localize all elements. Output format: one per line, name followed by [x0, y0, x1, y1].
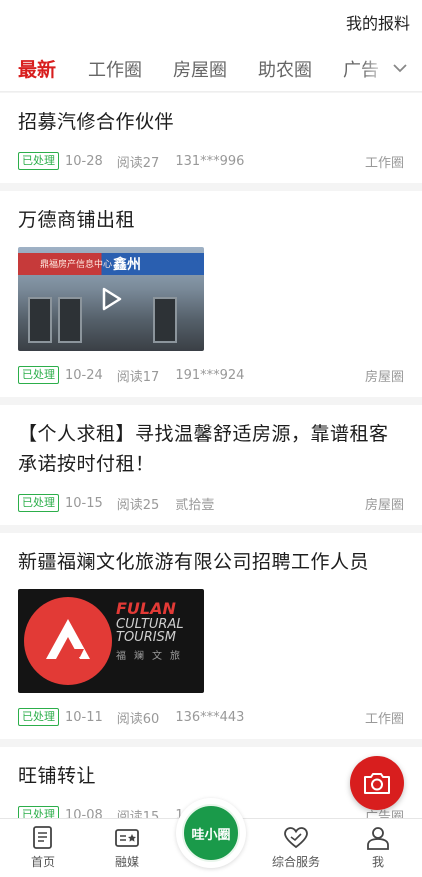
- post-author: 贰拾壹: [175, 497, 215, 513]
- post-date: 10-24: [65, 367, 103, 383]
- user-icon: [367, 827, 389, 850]
- nav-services-label: 综合服务: [271, 855, 320, 869]
- post-category[interactable]: 工作圈: [365, 152, 404, 171]
- nav-me[interactable]: 我: [348, 825, 408, 870]
- post-card[interactable]: 招募汽修合作伙伴 已处理 10-28 阅读27 131***996 工作圈: [0, 93, 422, 183]
- nav-home[interactable]: 首页: [13, 825, 73, 870]
- logo-line-3: TOURISM: [116, 630, 177, 645]
- category-tabs: 最新 工作圈 房屋圈 助农圈 广告: [0, 44, 422, 92]
- status-badge: 已处理: [18, 806, 59, 818]
- read-count: 阅读17: [116, 369, 160, 385]
- tab-latest[interactable]: 最新: [18, 55, 56, 82]
- post-card[interactable]: 【个人求租】寻找温馨舒适房源，靠谱租客承诺按时付租！ 已处理 10-15 阅读2…: [0, 405, 422, 525]
- post-author: 131***996: [175, 153, 245, 169]
- chevron-down-icon[interactable]: [392, 60, 408, 76]
- post-author: 136***443: [175, 709, 245, 725]
- tab-agriculture-circle[interactable]: 助农圈: [258, 56, 312, 82]
- post-title: 新疆福斓文化旅游有限公司招聘工作人员: [18, 551, 370, 573]
- post-date: 10-28: [65, 153, 103, 169]
- post-title: 招募汽修合作伙伴: [18, 111, 175, 133]
- post-card[interactable]: 万德商铺出租 鼎福房产信息中心 鑫州 已处理 10-24 阅读17 191***…: [0, 191, 422, 397]
- nav-services[interactable]: 综合服务: [266, 825, 326, 870]
- logo-brand-text: FULAN: [116, 599, 176, 618]
- read-count: 阅读60: [116, 711, 160, 727]
- post-date: 10-11: [65, 709, 103, 725]
- nav-me-label: 我: [371, 855, 384, 869]
- post-category[interactable]: 房屋圈: [365, 494, 404, 513]
- read-count: 阅读15: [116, 809, 160, 819]
- read-count: 阅读25: [116, 497, 160, 513]
- logo-chinese-text: 福斓文旅: [116, 651, 188, 662]
- post-date: 10-08: [65, 807, 103, 819]
- heart-service-icon: [284, 827, 308, 849]
- post-author: 191***924: [175, 367, 245, 383]
- play-icon[interactable]: [101, 287, 123, 311]
- post-title: 万德商铺出租: [18, 209, 136, 231]
- status-badge: 已处理: [18, 152, 59, 170]
- status-badge: 已处理: [18, 366, 59, 384]
- shop-sign: 鼎福房产信息中心 鑫州: [18, 253, 204, 275]
- post-date: 10-15: [65, 495, 103, 511]
- shop-window: [58, 297, 82, 343]
- center-circle-button[interactable]: 哇小圈: [176, 798, 246, 868]
- nav-home-label: 首页: [30, 855, 55, 869]
- video-thumbnail[interactable]: 鼎福房产信息中心 鑫州: [18, 247, 204, 351]
- top-bar: 我的报料: [0, 0, 422, 44]
- post-title: 旺铺转让: [18, 765, 97, 787]
- shop-window: [28, 297, 52, 343]
- logo-arrow-mark: [46, 619, 90, 659]
- circle-logo: 哇小圈: [182, 804, 240, 862]
- camera-icon: [364, 773, 390, 794]
- tab-housing-circle[interactable]: 房屋圈: [173, 56, 227, 82]
- status-badge: 已处理: [18, 494, 59, 512]
- post-meta: 已处理 10-24 阅读17 191***924 房屋圈: [18, 365, 404, 385]
- my-report-link[interactable]: 我的报料: [346, 10, 410, 34]
- logo-emblem: [24, 597, 112, 685]
- post-meta: 已处理 10-11 阅读60 136***443 工作圈: [18, 707, 404, 727]
- post-title: 【个人求租】寻找温馨舒适房源，靠谱租客承诺按时付租！: [18, 423, 389, 475]
- post-meta: 已处理 10-15 阅读25 贰拾壹 房屋圈: [18, 493, 404, 513]
- tab-work-circle[interactable]: 工作圈: [88, 56, 142, 82]
- post-category[interactable]: 房屋圈: [365, 366, 404, 385]
- camera-report-button[interactable]: [350, 756, 404, 810]
- nav-media-label: 融媒: [114, 855, 139, 869]
- circle-logo-text: 哇小圈: [191, 827, 231, 843]
- post-meta: 已处理 10-28 阅读27 131***996 工作圈: [18, 151, 404, 171]
- post-image[interactable]: FULAN CULTURAL TOURISM 福斓文旅: [18, 589, 204, 693]
- shop-sign-right-text: 鑫州: [113, 257, 141, 273]
- shop-sign-left-text: 鼎福房产信息中心: [40, 260, 113, 270]
- read-count: 阅读27: [116, 155, 160, 171]
- media-icon: [115, 829, 139, 847]
- post-category[interactable]: 工作圈: [365, 708, 404, 727]
- post-card[interactable]: 新疆福斓文化旅游有限公司招聘工作人员 FULAN CULTURAL TOURIS…: [0, 533, 422, 739]
- nav-media[interactable]: 融媒: [97, 825, 157, 870]
- shop-window: [153, 297, 177, 343]
- post-feed[interactable]: 招募汽修合作伙伴 已处理 10-28 阅读27 131***996 工作圈 万德…: [0, 93, 422, 818]
- status-badge: 已处理: [18, 708, 59, 726]
- home-doc-icon: [33, 826, 52, 849]
